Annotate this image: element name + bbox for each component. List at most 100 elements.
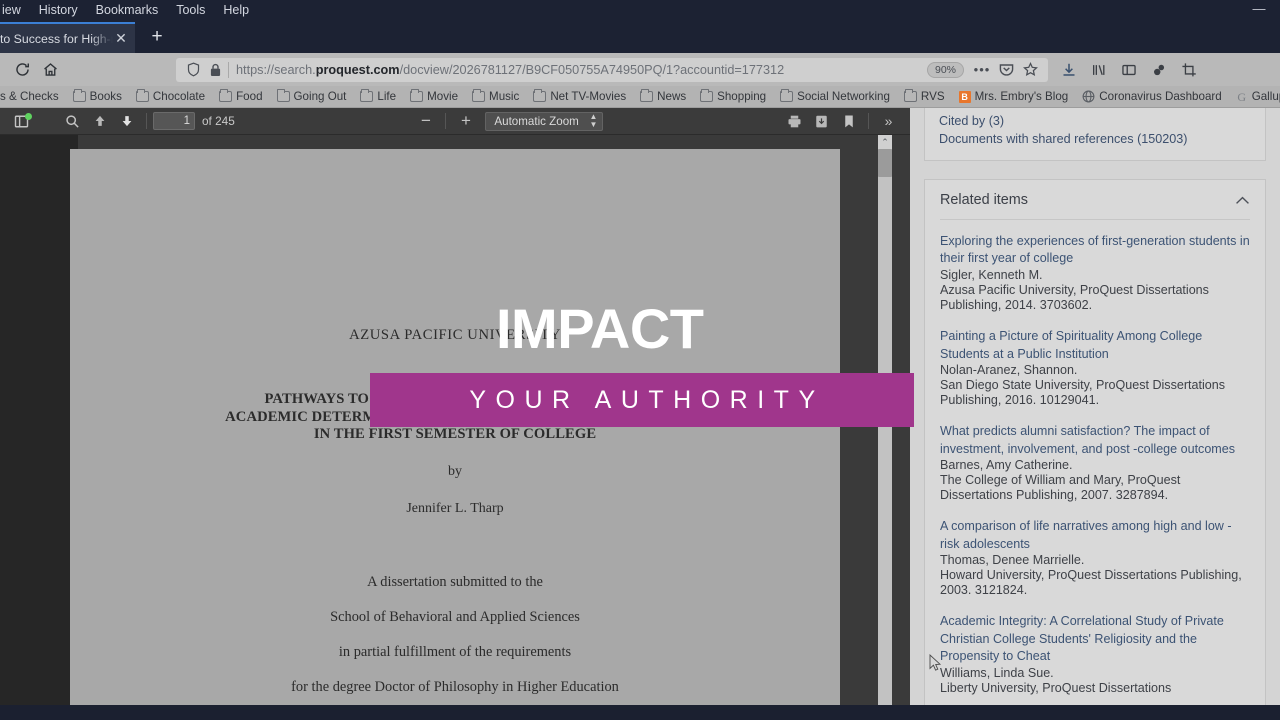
sidebar-toggle-icon[interactable] bbox=[8, 110, 35, 133]
folder-icon bbox=[219, 88, 233, 102]
library-icon[interactable] bbox=[1086, 57, 1112, 83]
menu-item-view[interactable]: iew bbox=[0, 3, 30, 17]
bookmark-item[interactable]: Chocolate bbox=[129, 88, 212, 103]
related-item-title[interactable]: What predicts alumni satisfaction? The i… bbox=[940, 423, 1250, 458]
bookmark-item[interactable]: News bbox=[633, 88, 693, 103]
bookmark-item[interactable]: Net TV-Movies bbox=[526, 88, 633, 103]
pdf-toolbar: 1 of 245 − + Automatic Zoom ▲ ▼ » bbox=[0, 108, 910, 135]
related-item-title[interactable]: Exploring the experiences of first-gener… bbox=[940, 233, 1250, 268]
bookmark-item[interactable]: Food bbox=[212, 88, 269, 103]
folder-icon bbox=[360, 88, 374, 102]
zoom-in-button[interactable]: + bbox=[452, 110, 479, 133]
bookmark-icon[interactable] bbox=[835, 110, 862, 133]
page-total-label: of 245 bbox=[202, 114, 235, 128]
bookmark-label: s & Checks bbox=[0, 90, 59, 103]
screenshot-icon[interactable] bbox=[1176, 57, 1202, 83]
close-icon[interactable]: ✕ bbox=[113, 30, 129, 47]
list-item[interactable]: Painting a Picture of Spirituality Among… bbox=[940, 328, 1250, 408]
url-host: proquest.com bbox=[315, 62, 400, 77]
bookmark-item[interactable]: s & Checks bbox=[0, 90, 66, 103]
cited-by-card: Cited by (3) Documents with shared refer… bbox=[924, 108, 1266, 161]
url-path: /docview/2026781127/B9CF050755A74950PQ/1… bbox=[399, 62, 785, 77]
bookmark-label: Movie bbox=[427, 90, 459, 103]
related-items-header[interactable]: Related items bbox=[925, 180, 1265, 219]
menu-item-tools[interactable]: Tools bbox=[167, 3, 214, 17]
bookmark-label: Life bbox=[377, 90, 397, 103]
cited-by-link[interactable]: Cited by (3) bbox=[939, 113, 1251, 131]
home-icon[interactable] bbox=[36, 57, 64, 83]
page-actions-icon[interactable]: ••• bbox=[970, 60, 994, 80]
new-tab-button[interactable]: + bbox=[143, 23, 171, 51]
related-item-title[interactable]: A comparison of life narratives among hi… bbox=[940, 518, 1250, 553]
lock-icon[interactable] bbox=[204, 60, 226, 80]
more-tools-icon[interactable]: » bbox=[875, 110, 902, 133]
document-by-label: by bbox=[448, 463, 462, 479]
related-item-title[interactable]: Painting a Picture of Spirituality Among… bbox=[940, 328, 1250, 363]
bookmark-item[interactable]: Shopping bbox=[693, 88, 773, 103]
bookmark-item[interactable]: RVS bbox=[897, 88, 952, 103]
scroll-up-icon[interactable]: ⌃ bbox=[878, 135, 892, 149]
menu-item-bookmarks[interactable]: Bookmarks bbox=[87, 3, 168, 17]
related-item-author: Sigler, Kenneth M. bbox=[940, 267, 1043, 282]
shared-references-link[interactable]: Documents with shared references (150203… bbox=[939, 131, 1251, 149]
zoom-out-button[interactable]: − bbox=[412, 110, 439, 133]
document-title-line3: IN THE FIRST SEMESTER OF COLLEGE bbox=[313, 426, 597, 443]
download-icon[interactable] bbox=[1056, 57, 1082, 83]
bookmark-item[interactable]: Coronavirus Dashboard bbox=[1075, 90, 1228, 103]
window-minimize-button[interactable]: — bbox=[1252, 2, 1266, 15]
navigation-toolbar: https://search.proquest.com/docview/2026… bbox=[0, 53, 1280, 86]
bookmark-star-icon[interactable] bbox=[1018, 60, 1042, 80]
folder-icon bbox=[72, 88, 86, 102]
list-item[interactable]: What predicts alumni satisfaction? The i… bbox=[940, 423, 1250, 503]
shield-icon[interactable] bbox=[182, 60, 204, 80]
pocket-icon[interactable] bbox=[994, 60, 1018, 80]
bookmark-label: Mrs. Embry's Blog bbox=[974, 90, 1069, 103]
document-sub-line2: School of Behavioral and Applied Science… bbox=[330, 608, 580, 625]
bookmark-label: News bbox=[657, 90, 687, 103]
related-item-source: Azusa Pacific University, ProQuest Disse… bbox=[940, 282, 1209, 312]
bookmark-label: Going Out bbox=[293, 90, 347, 103]
bookmark-item[interactable]: Music bbox=[465, 88, 526, 103]
url-bar[interactable]: https://search.proquest.com/docview/2026… bbox=[176, 57, 1048, 82]
save-icon[interactable] bbox=[808, 110, 835, 133]
search-icon[interactable] bbox=[59, 110, 86, 133]
previous-page-icon[interactable] bbox=[86, 110, 113, 133]
bookmark-item[interactable]: Life bbox=[353, 88, 403, 103]
folder-icon bbox=[640, 88, 654, 102]
zoom-level-badge[interactable]: 90% bbox=[926, 61, 964, 78]
bookmark-item[interactable]: Movie bbox=[403, 88, 465, 103]
related-item-source: The College of William and Mary, ProQues… bbox=[940, 473, 1181, 503]
list-item[interactable]: Exploring the experiences of first-gener… bbox=[940, 233, 1250, 313]
bookmark-item[interactable]: Going Out bbox=[270, 88, 354, 103]
list-item[interactable]: Academic Integrity: A Correlational Stud… bbox=[940, 613, 1250, 695]
next-page-icon[interactable] bbox=[113, 110, 140, 133]
browser-tab-active[interactable]: to Success for High-r ✕ bbox=[0, 22, 135, 53]
bookmark-item[interactable]: Social Networking bbox=[773, 88, 897, 103]
document-author: Jennifer L. Tharp bbox=[406, 500, 504, 516]
bookmark-label: Gallup | Analytics a bbox=[1251, 90, 1280, 103]
folder-icon bbox=[410, 88, 424, 102]
chevron-up-icon[interactable] bbox=[1235, 193, 1250, 208]
zoom-select[interactable]: Automatic Zoom ▲ ▼ bbox=[485, 111, 604, 131]
menu-item-history[interactable]: History bbox=[30, 3, 87, 17]
bookmark-item[interactable]: G Gallup | Analytics a bbox=[1229, 90, 1280, 103]
sidebar-icon[interactable] bbox=[1116, 57, 1142, 83]
toolbar-divider bbox=[868, 113, 869, 129]
reload-icon[interactable] bbox=[8, 57, 36, 83]
list-item[interactable]: A comparison of life narratives among hi… bbox=[940, 518, 1250, 598]
print-icon[interactable] bbox=[781, 110, 808, 133]
bookmark-item[interactable]: B Mrs. Embry's Blog bbox=[952, 90, 1076, 103]
bookmark-label: Music bbox=[489, 90, 520, 103]
zoom-select-value: Automatic Zoom bbox=[494, 114, 579, 128]
scrollbar-thumb[interactable] bbox=[878, 149, 892, 177]
document-submission-block: A dissertation submitted to the School o… bbox=[70, 565, 840, 705]
document-university: AZUSA PACIFIC UNIVERSITY bbox=[349, 327, 561, 343]
containers-icon[interactable] bbox=[1146, 57, 1172, 83]
page-number-input[interactable]: 1 bbox=[153, 112, 195, 130]
related-items-list: Exploring the experiences of first-gener… bbox=[925, 220, 1265, 696]
url-text: https://search.proquest.com/docview/2026… bbox=[231, 63, 927, 77]
document-sub-line4: for the degree Doctor of Philosophy in H… bbox=[291, 678, 619, 695]
related-item-title[interactable]: Academic Integrity: A Correlational Stud… bbox=[940, 613, 1250, 665]
menu-item-help[interactable]: Help bbox=[214, 3, 258, 17]
bookmark-item[interactable]: Books bbox=[66, 88, 129, 103]
